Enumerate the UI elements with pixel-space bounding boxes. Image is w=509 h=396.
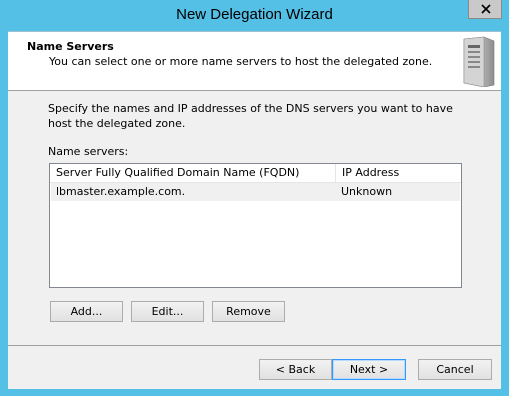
row-fqdn: lbmaster.example.com. <box>56 185 186 198</box>
column-header-fqdn[interactable]: Server Fully Qualified Domain Name (FQDN… <box>50 164 336 182</box>
name-servers-label: Name servers: <box>48 145 129 158</box>
back-button[interactable]: < Back <box>259 359 332 380</box>
remove-button[interactable]: Remove <box>212 301 285 322</box>
close-button[interactable] <box>468 0 502 19</box>
wizard-header: Name Servers You can select one or more … <box>8 32 501 91</box>
wizard-window: New Delegation Wizard Name Servers You c… <box>0 0 509 396</box>
wizard-body: Name Servers You can select one or more … <box>8 31 501 389</box>
edit-button[interactable]: Edit... <box>131 301 204 322</box>
list-row[interactable]: lbmaster.example.com. Unknown <box>51 183 460 201</box>
title-bar[interactable]: New Delegation Wizard <box>0 0 509 30</box>
page-subtitle: You can select one or more name servers … <box>49 55 433 68</box>
name-servers-list[interactable]: Server Fully Qualified Domain Name (FQDN… <box>49 163 462 288</box>
list-header: Server Fully Qualified Domain Name (FQDN… <box>50 164 461 183</box>
instructions-text: Specify the names and IP addresses of th… <box>48 102 453 130</box>
page-title: Name Servers <box>27 40 114 53</box>
window-title: New Delegation Wizard <box>176 6 333 23</box>
next-button[interactable]: Next > <box>332 359 406 380</box>
server-icon <box>463 36 495 87</box>
cancel-button[interactable]: Cancel <box>418 359 492 380</box>
add-button[interactable]: Add... <box>50 301 123 322</box>
close-icon <box>481 4 491 14</box>
column-header-ip[interactable]: IP Address <box>336 164 460 182</box>
row-ip: Unknown <box>341 185 393 198</box>
footer-separator <box>8 345 501 346</box>
